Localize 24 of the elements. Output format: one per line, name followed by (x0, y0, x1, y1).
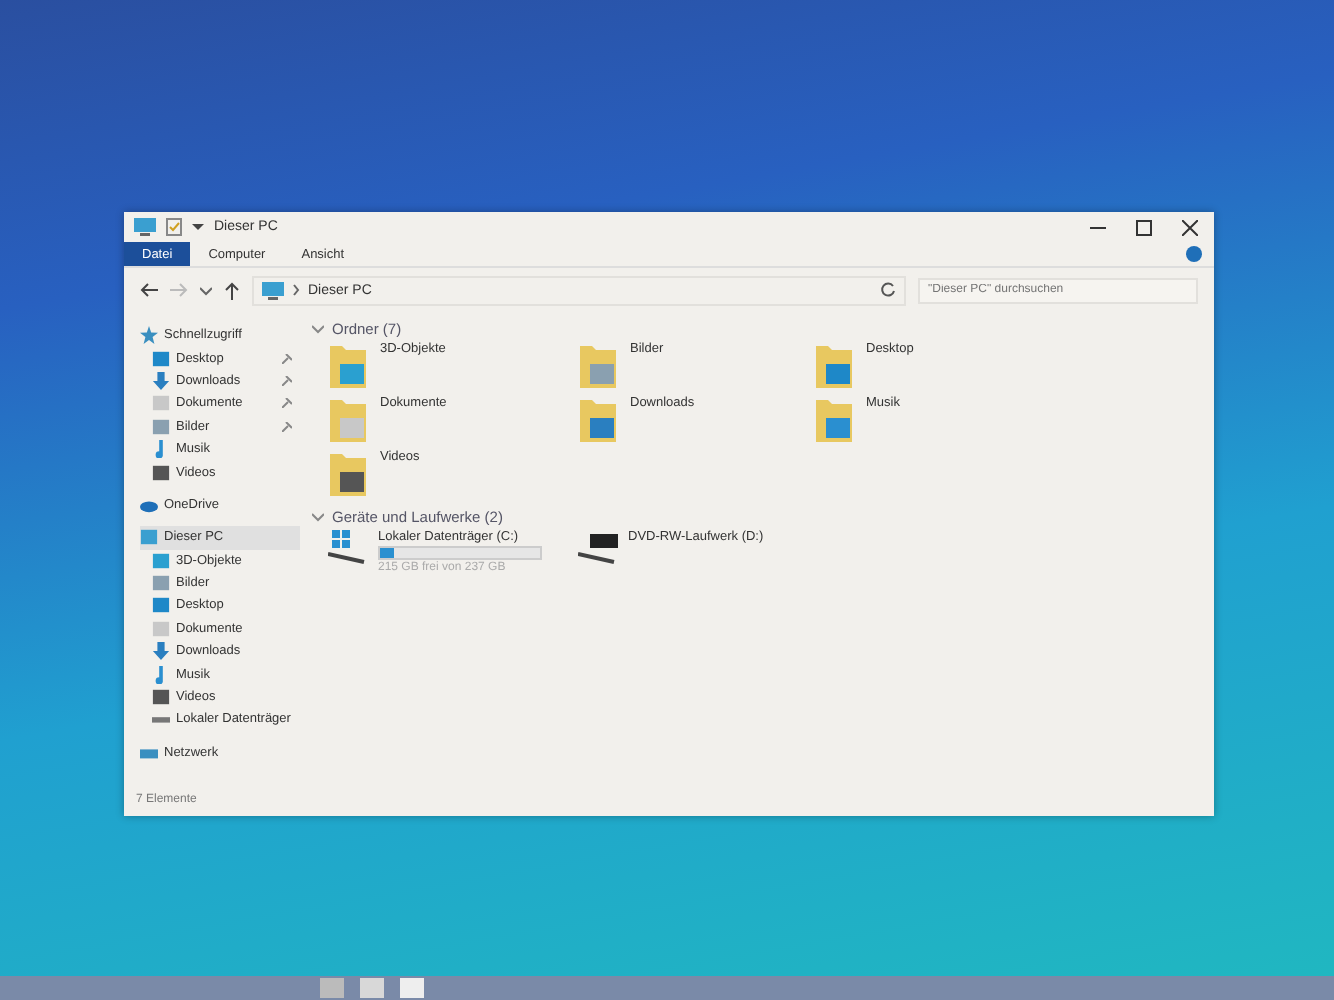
close-icon[interactable] (1182, 219, 1198, 235)
folder-icon (328, 450, 368, 498)
refresh-icon[interactable] (880, 282, 896, 298)
cloud-icon (140, 495, 158, 514)
download-arrow-icon (152, 642, 170, 661)
star-icon (140, 326, 158, 345)
folder-icon (814, 396, 854, 444)
chevron-icon[interactable] (312, 512, 324, 522)
folder-icon (328, 342, 368, 390)
folder-icon (328, 396, 368, 444)
checkmark-icon[interactable] (166, 218, 182, 236)
folder-icon (578, 342, 618, 390)
caret-icon[interactable] (200, 285, 212, 295)
help-icon[interactable] (1186, 246, 1202, 262)
back-arrow-icon[interactable] (140, 282, 158, 298)
chevron-icon[interactable] (312, 324, 324, 334)
caret-icon[interactable] (192, 222, 204, 232)
folder-icon (578, 396, 618, 444)
folder-icon (814, 342, 854, 390)
download-arrow-icon (152, 371, 170, 390)
chevron-icon[interactable] (292, 284, 300, 296)
dvd-drive-icon (578, 530, 618, 566)
maximize-icon[interactable] (1136, 219, 1152, 235)
up-arrow-icon[interactable] (224, 281, 240, 299)
